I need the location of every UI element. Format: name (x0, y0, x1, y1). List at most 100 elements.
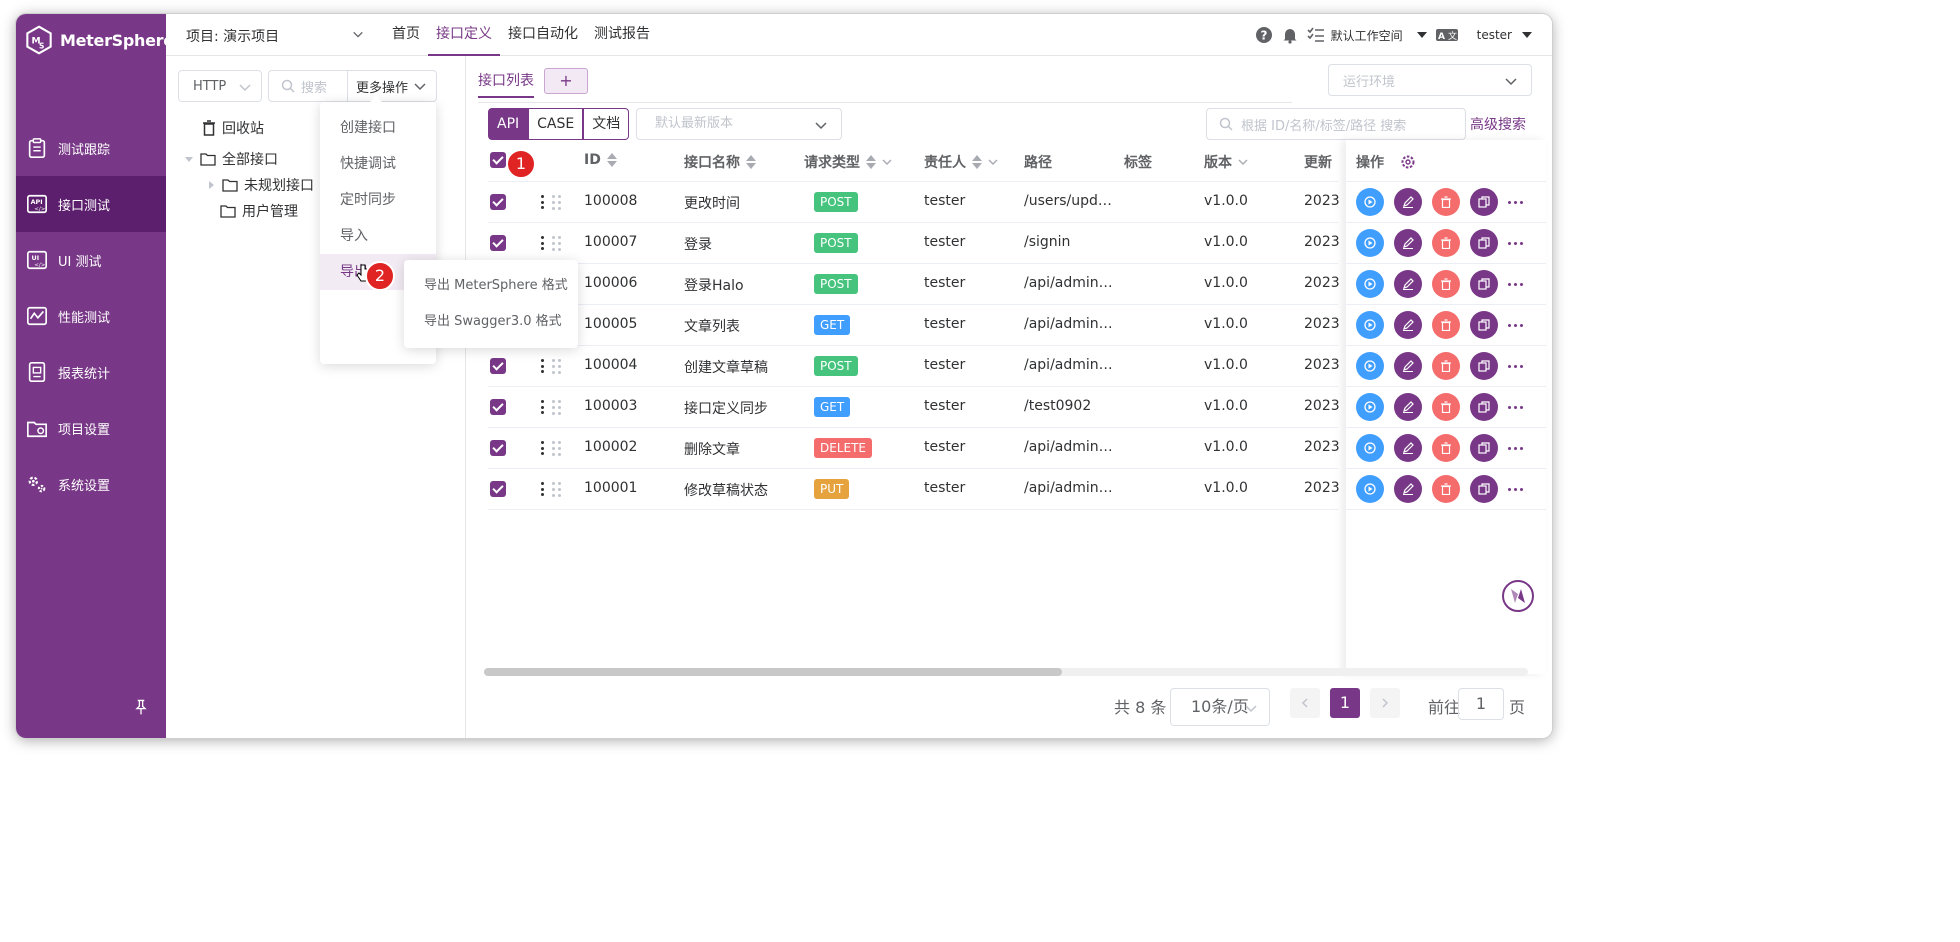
delete-button[interactable] (1432, 434, 1460, 462)
more-horizontal-icon[interactable] (1508, 365, 1523, 368)
drag-handle-icon[interactable] (552, 400, 562, 416)
menu-item-create-api[interactable]: 创建接口 (320, 110, 436, 146)
protocol-select[interactable]: HTTP (178, 70, 262, 102)
next-page-button[interactable] (1370, 688, 1400, 718)
page-number-current[interactable]: 1 (1330, 688, 1360, 718)
filter-chevron-icon[interactable] (882, 157, 892, 167)
edit-button[interactable] (1394, 188, 1422, 216)
drag-handle-icon[interactable] (552, 441, 562, 457)
table-row[interactable]: 100004 创建文章草稿 POST tester/api/admin… v1.0.0 2… (488, 346, 1340, 387)
table-row[interactable]: 100003 接口定义同步 GET tester/test0902 v1.0.0 2023 (488, 387, 1340, 428)
run-button[interactable] (1356, 475, 1384, 503)
cell-name[interactable]: 创建文章草稿 (684, 357, 768, 377)
table-row[interactable]: 100008 更改时间 POST tester/users/upd… v1.0.0 202… (488, 182, 1340, 223)
logo[interactable]: M S MeterSphere (24, 20, 174, 60)
run-button[interactable] (1356, 270, 1384, 298)
table-row[interactable]: 100005 文章列表 GET tester/api/admin… v1.0.0 2023 (488, 305, 1340, 346)
delete-button[interactable] (1432, 475, 1460, 503)
row-checkbox[interactable] (490, 358, 506, 374)
run-button[interactable] (1356, 311, 1384, 339)
row-checkbox[interactable] (490, 440, 506, 456)
project-selector[interactable]: 项目: 演示项目 (186, 26, 279, 46)
tree-node-user-management[interactable]: 用户管理 (220, 201, 298, 221)
run-button[interactable] (1356, 229, 1384, 257)
pin-icon[interactable] (132, 698, 150, 716)
more-horizontal-icon[interactable] (1508, 324, 1523, 327)
environment-select[interactable]: 运行环境 (1328, 64, 1532, 96)
row-checkbox[interactable] (490, 481, 506, 497)
delete-button[interactable] (1432, 229, 1460, 257)
more-horizontal-icon[interactable] (1508, 242, 1523, 245)
sidebar-item-performance-test[interactable]: 性能测试 (16, 288, 166, 344)
copy-button[interactable] (1470, 475, 1498, 503)
copy-button[interactable] (1470, 270, 1498, 298)
more-vertical-icon[interactable] (540, 195, 544, 209)
module-search-input[interactable]: 搜索 (268, 70, 348, 102)
more-vertical-icon[interactable] (540, 482, 544, 496)
filter-chevron-icon[interactable] (988, 157, 998, 167)
add-tab-button[interactable]: + (544, 68, 588, 94)
horizontal-scrollbar-thumb[interactable] (484, 668, 1062, 676)
run-button[interactable] (1356, 352, 1384, 380)
mode-doc-button[interactable]: 文档 (583, 108, 630, 140)
table-row[interactable]: 100002 删除文章 DELETE tester/api/admin… v1.0.0 2… (488, 428, 1340, 469)
more-actions-button[interactable]: 更多操作 (347, 70, 437, 102)
advanced-search-link[interactable]: 高级搜索 (1470, 114, 1526, 134)
mode-case-button[interactable]: CASE (528, 108, 584, 140)
menu-item-quick-debug[interactable]: 快捷调试 (320, 146, 436, 182)
tab-api-list[interactable]: 接口列表 (478, 70, 534, 98)
goto-page-input[interactable]: 1 (1458, 688, 1504, 720)
cell-name[interactable]: 接口定义同步 (684, 398, 768, 418)
nav-home[interactable]: 首页 (384, 14, 428, 56)
table-row[interactable]: 100001 修改草稿状态 PUT tester/api/admin… v1.0.0 20… (488, 469, 1340, 510)
sidebar-item-api-test[interactable]: API </> 接口测试 (16, 176, 166, 232)
drag-handle-icon[interactable] (552, 359, 562, 375)
more-horizontal-icon[interactable] (1508, 447, 1523, 450)
cell-name[interactable]: 文章列表 (684, 316, 740, 336)
chevron-down-icon[interactable] (352, 28, 364, 40)
api-search-input[interactable]: 根据 ID/名称/标签/路径 搜索 (1206, 108, 1466, 140)
column-header-id[interactable]: ID (584, 152, 617, 168)
tree-node-unplanned[interactable]: 未规划接口 (206, 175, 314, 195)
cell-name[interactable]: 修改草稿状态 (684, 480, 768, 500)
run-button[interactable] (1356, 188, 1384, 216)
edit-button[interactable] (1394, 393, 1422, 421)
menu-item-scheduled-sync[interactable]: 定时同步 (320, 182, 436, 218)
edit-button[interactable] (1394, 270, 1422, 298)
help-icon[interactable]: ? (1255, 26, 1273, 44)
menu-item-export-metersphere[interactable]: 导出 MeterSphere 格式 (404, 268, 578, 304)
run-button[interactable] (1356, 434, 1384, 462)
cell-name[interactable]: 更改时间 (684, 193, 740, 213)
edit-button[interactable] (1394, 352, 1422, 380)
more-horizontal-icon[interactable] (1508, 406, 1523, 409)
copy-button[interactable] (1470, 229, 1498, 257)
sidebar-item-test-track[interactable]: 测试跟踪 (16, 120, 166, 176)
more-vertical-icon[interactable] (540, 236, 544, 250)
delete-button[interactable] (1432, 311, 1460, 339)
sidebar-item-report-statistics[interactable]: 报表统计 (16, 344, 166, 400)
drag-handle-icon[interactable] (552, 195, 562, 211)
sidebar-item-system-settings[interactable]: 系统设置 (16, 456, 166, 512)
column-header-method[interactable]: 请求类型 (804, 152, 892, 172)
more-horizontal-icon[interactable] (1508, 201, 1523, 204)
edit-button[interactable] (1394, 475, 1422, 503)
copy-button[interactable] (1470, 393, 1498, 421)
language-switch-icon[interactable]: A文 (1435, 26, 1459, 44)
copy-button[interactable] (1470, 352, 1498, 380)
row-checkbox[interactable] (490, 194, 506, 210)
tree-node-all-apis[interactable]: 全部接口 (184, 149, 278, 169)
row-checkbox[interactable] (490, 235, 506, 251)
column-header-version[interactable]: 版本 (1204, 152, 1248, 172)
copy-button[interactable] (1470, 311, 1498, 339)
sidebar-item-ui-test[interactable]: UI </> UI 测试 (16, 232, 166, 288)
filter-chevron-icon[interactable] (1238, 157, 1248, 167)
nav-test-report[interactable]: 测试报告 (586, 14, 658, 56)
drag-handle-icon[interactable] (552, 236, 562, 252)
version-select[interactable]: 默认最新版本 (636, 108, 842, 140)
more-vertical-icon[interactable] (540, 359, 544, 373)
copy-button[interactable] (1470, 434, 1498, 462)
cell-name[interactable]: 登录Halo (684, 275, 744, 295)
mode-api-button[interactable]: API (488, 108, 529, 140)
edit-button[interactable] (1394, 434, 1422, 462)
prev-page-button[interactable] (1290, 688, 1320, 718)
